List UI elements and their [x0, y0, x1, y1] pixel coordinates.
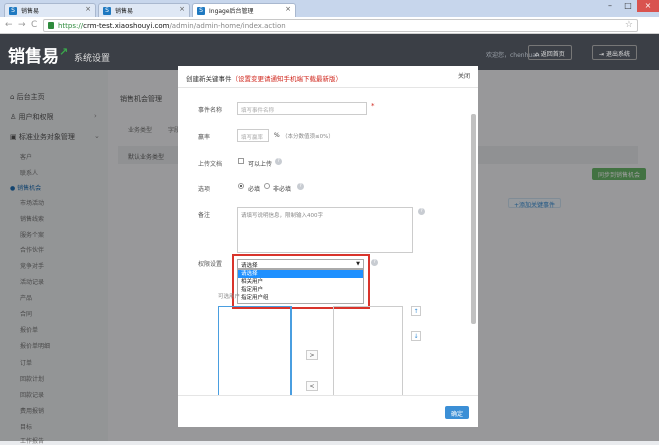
dialog-body: 事件名称 填写事件名称 * 赢率 填写赢率 % （本分数值须≤0%） 上传文档 …: [178, 88, 478, 395]
note-textarea[interactable]: 请填写说明信息，限制输入400字: [237, 207, 413, 253]
help-icon[interactable]: ?: [418, 208, 425, 215]
move-down-button[interactable]: ↓: [411, 331, 421, 341]
favicon-icon: S: [103, 7, 111, 15]
url-protocol: https://: [58, 22, 84, 30]
permission-label: 权限设置: [198, 261, 223, 268]
tab-label: 销售易: [115, 8, 134, 15]
dialog-header: 创建新关键事件（设置变更请通知手机端下载最新版） 关闭: [178, 66, 478, 88]
percent-unit: %: [274, 132, 280, 139]
required-mark: *: [371, 102, 375, 110]
window-controls: – □ ×: [601, 0, 659, 14]
bookmark-star-icon[interactable]: ☆: [625, 20, 633, 30]
dropdown-option[interactable]: 指定用户: [238, 286, 363, 294]
selected-users-list[interactable]: [333, 306, 403, 395]
dropdown-option[interactable]: 指定用户组: [238, 294, 363, 302]
back-icon[interactable]: ←: [5, 20, 13, 30]
required-radio-label: 必填: [248, 186, 261, 193]
dialog-scrollbar[interactable]: [471, 114, 476, 324]
event-name-input[interactable]: 填写事件名称: [237, 102, 367, 115]
close-icon[interactable]: ×: [285, 5, 291, 13]
url-path: /admin/admin-home/index.action: [169, 22, 286, 30]
browser-tab-active[interactable]: S Ingage后台管理 ×: [192, 3, 296, 17]
url-input[interactable]: https://crm-test.xiaoshouyi.com/admin/ad…: [43, 19, 638, 32]
move-up-button[interactable]: ↑: [411, 306, 421, 316]
window-close-icon[interactable]: ×: [637, 0, 659, 12]
home-button[interactable]: ⌂ 返回首页: [528, 45, 572, 60]
url-host: crm-test.xiaoshouyi.com: [83, 22, 170, 30]
close-icon[interactable]: ×: [85, 5, 91, 13]
win-rate-input[interactable]: 填写赢率: [237, 129, 269, 142]
reload-icon[interactable]: C: [31, 20, 37, 30]
option-label: 选项: [198, 186, 211, 193]
tab-label: Ingage后台管理: [209, 8, 254, 15]
upload-checkbox[interactable]: [238, 158, 244, 164]
header-subtitle: 系统设置: [74, 54, 111, 64]
maximize-icon[interactable]: □: [619, 0, 637, 12]
favicon-icon: S: [197, 7, 205, 15]
permission-select[interactable]: 请选择 ▼: [237, 259, 364, 269]
tab-label: 销售易: [21, 8, 40, 15]
help-icon[interactable]: ?: [371, 259, 378, 266]
move-right-button[interactable]: >: [306, 350, 318, 360]
move-left-button[interactable]: <: [306, 381, 318, 391]
upload-option-label: 可以上传: [248, 161, 273, 168]
dialog-footer: 确定: [178, 395, 478, 427]
logout-button[interactable]: ⇥ 退出系统: [592, 45, 637, 60]
available-users-label: 可选用户: [218, 294, 241, 300]
close-icon[interactable]: ×: [179, 5, 185, 13]
event-name-label: 事件名称: [198, 107, 223, 114]
optional-radio-label: 非必填: [273, 186, 292, 193]
dialog-title-note: （设置变更请通知手机端下载最新版）: [231, 75, 343, 83]
logout-icon: ⇥: [599, 51, 606, 58]
create-key-event-dialog: 创建新关键事件（设置变更请通知手机端下载最新版） 关闭 事件名称 填写事件名称 …: [178, 66, 478, 427]
browser-tab[interactable]: S 销售易 ×: [4, 3, 96, 17]
browser-tab-strip: S 销售易 × S 销售易 × S Ingage后台管理 × – □ ×: [0, 0, 659, 17]
dropdown-option[interactable]: 请选择: [238, 270, 363, 278]
forward-icon[interactable]: →: [18, 20, 26, 30]
browser-tab[interactable]: S 销售易 ×: [98, 3, 190, 17]
lock-icon: [48, 22, 54, 29]
permission-dropdown: 请选择 相关用户 指定用户 指定用户组: [237, 269, 364, 304]
favicon-icon: S: [9, 7, 17, 15]
note-label: 备注: [198, 212, 211, 219]
confirm-button[interactable]: 确定: [444, 406, 469, 419]
logo-mark-icon: ↗: [59, 45, 69, 59]
win-rate-label: 赢率: [198, 134, 211, 141]
app-logo: 销售易↗: [8, 45, 69, 67]
available-users-list[interactable]: [218, 306, 292, 395]
optional-radio[interactable]: [264, 183, 270, 189]
caret-down-icon: ▼: [356, 261, 360, 267]
dialog-close-button[interactable]: 关闭: [458, 71, 470, 80]
upload-label: 上传文档: [198, 161, 223, 168]
minimize-icon[interactable]: –: [601, 0, 619, 12]
help-icon[interactable]: ?: [275, 158, 282, 165]
dialog-title: 创建新关键事件（设置变更请通知手机端下载最新版）: [186, 75, 343, 83]
win-rate-hint: （本分数值须≤0%）: [282, 134, 334, 140]
address-bar-row: ← → C https://crm-test.xiaoshouyi.com/ad…: [0, 17, 659, 34]
required-radio[interactable]: [238, 183, 244, 189]
app-header: 销售易↗ 系统设置 欢迎您，chenhuan ⌂ 返回首页 ⇥ 退出系统: [0, 34, 659, 70]
help-icon[interactable]: ?: [297, 183, 304, 190]
dropdown-option[interactable]: 相关用户: [238, 278, 363, 286]
